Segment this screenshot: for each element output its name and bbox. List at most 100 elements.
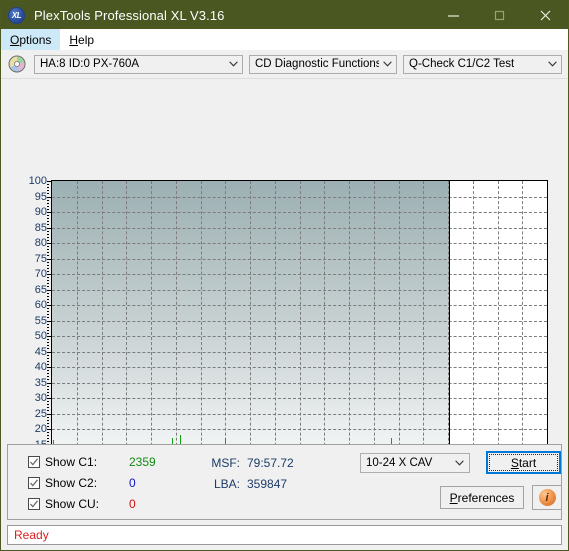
status-text: Ready [14, 528, 49, 542]
y-axis-minor-tick [47, 382, 49, 384]
y-axis-minor-tick [47, 329, 49, 331]
window-title: PlexTools Professional XL V3.16 [34, 7, 225, 23]
show-c2-row[interactable]: Show C2: 0 [28, 472, 156, 493]
y-axis-minor-tick [47, 311, 49, 313]
y-axis-minor-tick [47, 323, 49, 325]
speed-select-value: 10-24 X CAV [366, 457, 433, 469]
y-axis-minor-tick [47, 401, 49, 403]
y-axis-minor-tick [47, 249, 49, 251]
y-axis-minor-tick [47, 305, 49, 306]
show-cu-row[interactable]: Show CU: 0 [28, 493, 156, 514]
y-axis-minor-tick [47, 286, 49, 288]
y-axis-minor-tick [47, 292, 49, 294]
menu-item-options[interactable]: Options [1, 29, 61, 50]
show-c1-checkbox[interactable] [28, 455, 40, 468]
y-axis-minor-tick [47, 239, 49, 241]
y-axis-minor-tick [47, 218, 49, 220]
speed-select[interactable]: 10-24 X CAV [360, 453, 470, 473]
menu-bar: Options Help [1, 29, 568, 50]
c1-value: 2359 [129, 454, 156, 469]
y-axis-minor-tick [47, 354, 49, 356]
y-axis-minor-tick [47, 348, 49, 350]
y-axis-minor-tick [47, 261, 49, 263]
y-axis-minor-tick [47, 320, 49, 322]
chevron-down-icon [544, 61, 561, 67]
y-axis-minor-tick [47, 410, 49, 412]
minimize-icon[interactable] [430, 1, 476, 29]
y-axis-minor-tick [47, 233, 49, 235]
y-axis-minor-tick [47, 270, 49, 272]
menu-item-help[interactable]: Help [60, 29, 103, 50]
start-button[interactable]: Start [486, 451, 561, 474]
show-c1-row[interactable]: Show C1: 2359 [28, 451, 156, 472]
preferences-button[interactable]: Preferences [440, 486, 524, 509]
y-axis-minor-tick [47, 379, 49, 381]
info-button[interactable]: i [532, 485, 562, 510]
disc-drive-icon [8, 55, 26, 73]
c2-value: 0 [129, 475, 136, 490]
lba-value: 359847 [247, 476, 288, 491]
y-axis-minor-tick [47, 367, 49, 368]
menu-item-options-label: ptions [19, 32, 52, 47]
lba-row: LBA: 359847 [204, 473, 294, 494]
y-axis-minor-tick [47, 416, 49, 418]
maximize-icon[interactable] [476, 1, 522, 29]
msf-row: MSF: 79:57.72 [204, 452, 294, 473]
y-axis-minor-tick [47, 190, 49, 192]
y-axis-minor-tick [47, 391, 49, 393]
y-axis-minor-tick [47, 283, 49, 285]
y-axis-minor-tick [47, 432, 49, 434]
control-panel: Show C1: 2359 Show C2: 0 Show CU: 0 MSF: [7, 444, 562, 520]
y-axis-minor-tick [47, 422, 49, 424]
y-axis-minor-tick [47, 370, 49, 372]
y-axis-minor-tick [47, 187, 49, 189]
y-axis-minor-tick [47, 267, 49, 269]
y-axis-minor-tick [47, 404, 49, 406]
test-select[interactable]: Q-Check C1/C2 Test [403, 54, 562, 74]
chevron-down-icon [379, 61, 396, 67]
y-axis-minor-tick [47, 419, 49, 421]
y-axis-minor-tick [47, 435, 49, 437]
start-button-label: tart [518, 455, 537, 470]
y-axis-minor-tick [47, 298, 49, 300]
y-axis-minor-tick [47, 388, 49, 390]
y-axis-minor-tick [47, 308, 49, 310]
y-axis-minor-tick [47, 236, 49, 238]
y-axis-minor-tick [47, 363, 49, 365]
y-axis-minor-tick [47, 230, 49, 232]
y-axis-minor-tick [47, 184, 49, 186]
msf-value: 79:57.72 [247, 455, 294, 470]
show-cu-checkbox[interactable] [28, 497, 40, 510]
info-icon: i [538, 489, 556, 506]
y-axis-minor-tick [47, 357, 49, 359]
y-axis-minor-tick [47, 441, 49, 443]
y-axis-minor-tick [47, 212, 49, 213]
y-axis-minor-tick [47, 258, 49, 260]
y-axis-minor-tick [47, 301, 49, 303]
show-c1-label: Show C1: [45, 454, 98, 469]
function-select[interactable]: CD Diagnostic Functions [249, 54, 397, 74]
show-c2-checkbox[interactable] [28, 476, 40, 489]
preferences-button-label: references [457, 490, 515, 505]
y-axis-minor-tick [47, 224, 49, 226]
y-axis-minor-tick [47, 345, 49, 347]
y-axis-minor-tick [47, 295, 49, 297]
device-select-value: HA:8 ID:0 PX-760A [40, 58, 140, 70]
show-c2-label: Show C2: [45, 475, 98, 490]
y-axis-minor-tick [47, 385, 49, 387]
title-bar: XL PlexTools Professional XL V3.16 [1, 1, 568, 29]
close-icon[interactable] [522, 1, 568, 29]
msf-label: MSF: [211, 455, 240, 470]
y-axis-minor-tick [47, 277, 49, 279]
y-axis-minor-tick [47, 332, 49, 334]
y-axis-minor-tick [47, 274, 49, 275]
show-cu-label: Show CU: [45, 496, 100, 511]
xl-logo-icon: XL [8, 6, 25, 24]
function-select-value: CD Diagnostic Functions [255, 58, 380, 70]
y-axis-minor-tick [47, 280, 49, 282]
device-select[interactable]: HA:8 ID:0 PX-760A [34, 54, 243, 74]
y-axis-minor-tick [47, 376, 49, 378]
test-select-value: Q-Check C1/C2 Test [409, 58, 515, 70]
y-axis-minor-tick [47, 246, 49, 248]
y-axis-minor-tick [47, 360, 49, 362]
